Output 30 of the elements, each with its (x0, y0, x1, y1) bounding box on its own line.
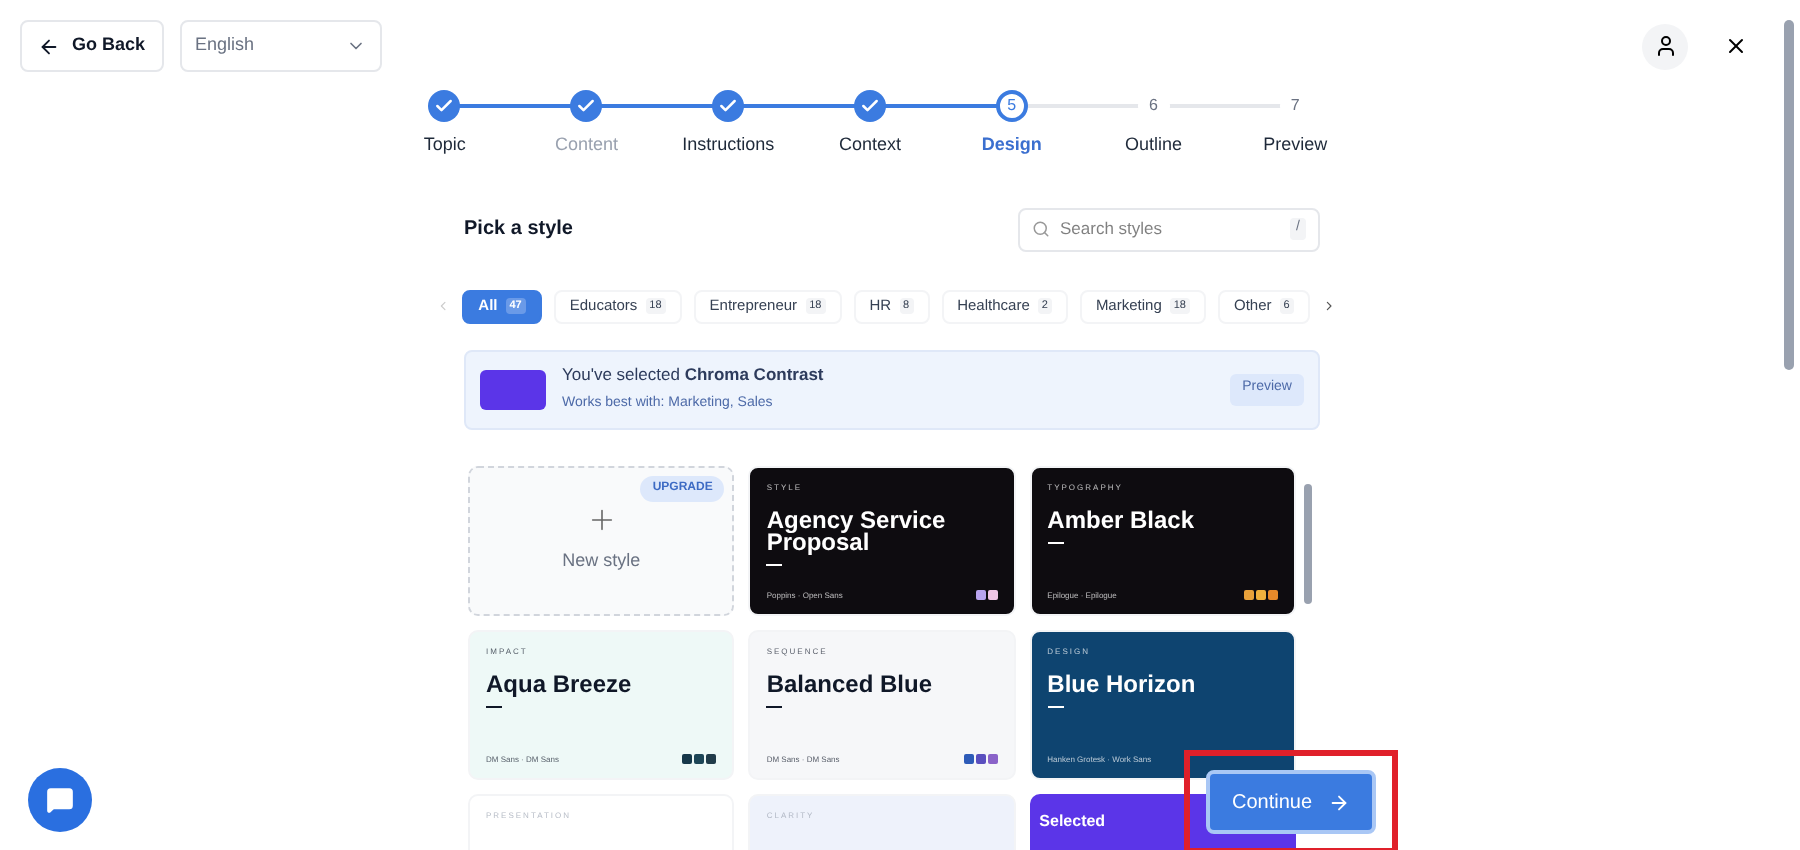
chat-icon (46, 786, 74, 814)
selected-label: Selected (1037, 809, 1108, 833)
arrow-right-icon (1328, 791, 1351, 813)
continue-button[interactable]: Continue (1206, 770, 1376, 834)
step-label[interactable]: Instructions (682, 132, 775, 159)
step-label[interactable]: Topic (423, 132, 466, 159)
new-style-label: New style (562, 548, 641, 575)
step-label[interactable]: Preview (1263, 132, 1328, 159)
card-title: Balanced Blue (766, 673, 935, 695)
section-heading: Pick a style (464, 216, 573, 244)
step-label[interactable]: Design (981, 132, 1042, 159)
card-title: Agency Service Proposal (766, 509, 948, 553)
scroll-right-icon[interactable] (1321, 296, 1336, 316)
chat-button[interactable] (28, 768, 92, 832)
profile-button[interactable] (1642, 23, 1688, 69)
back-arrow-icon (38, 35, 60, 57)
go-back-button[interactable]: Go Back (20, 20, 164, 72)
search-input[interactable]: Search styles (1060, 216, 1281, 242)
card-title: Amber Black (1047, 509, 1197, 531)
banner-title: You've selected Chroma Contrast (562, 362, 826, 389)
close-icon (1724, 34, 1748, 58)
user-icon (1653, 34, 1677, 58)
step-number: 5 (995, 90, 1028, 122)
card-title: Aqua Breeze (486, 673, 634, 695)
language-select[interactable]: English (179, 20, 382, 72)
theme-thumbnail (480, 369, 546, 409)
step-label[interactable]: Context (838, 132, 902, 159)
search-icon (1032, 220, 1050, 238)
step-label[interactable]: Outline (1124, 132, 1182, 159)
card-title: Blue Horizon (1047, 673, 1198, 695)
